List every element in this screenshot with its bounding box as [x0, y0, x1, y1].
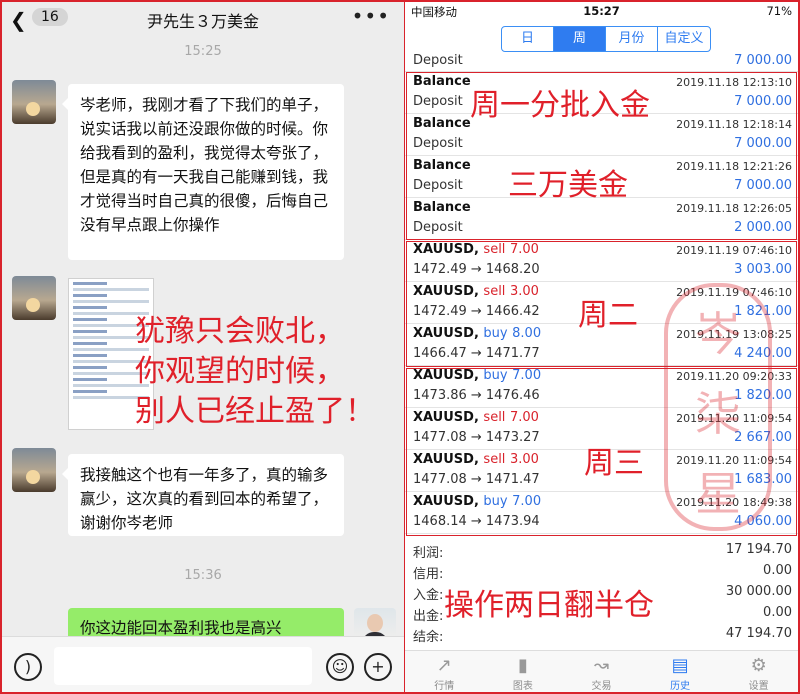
outer-border [0, 0, 800, 694]
